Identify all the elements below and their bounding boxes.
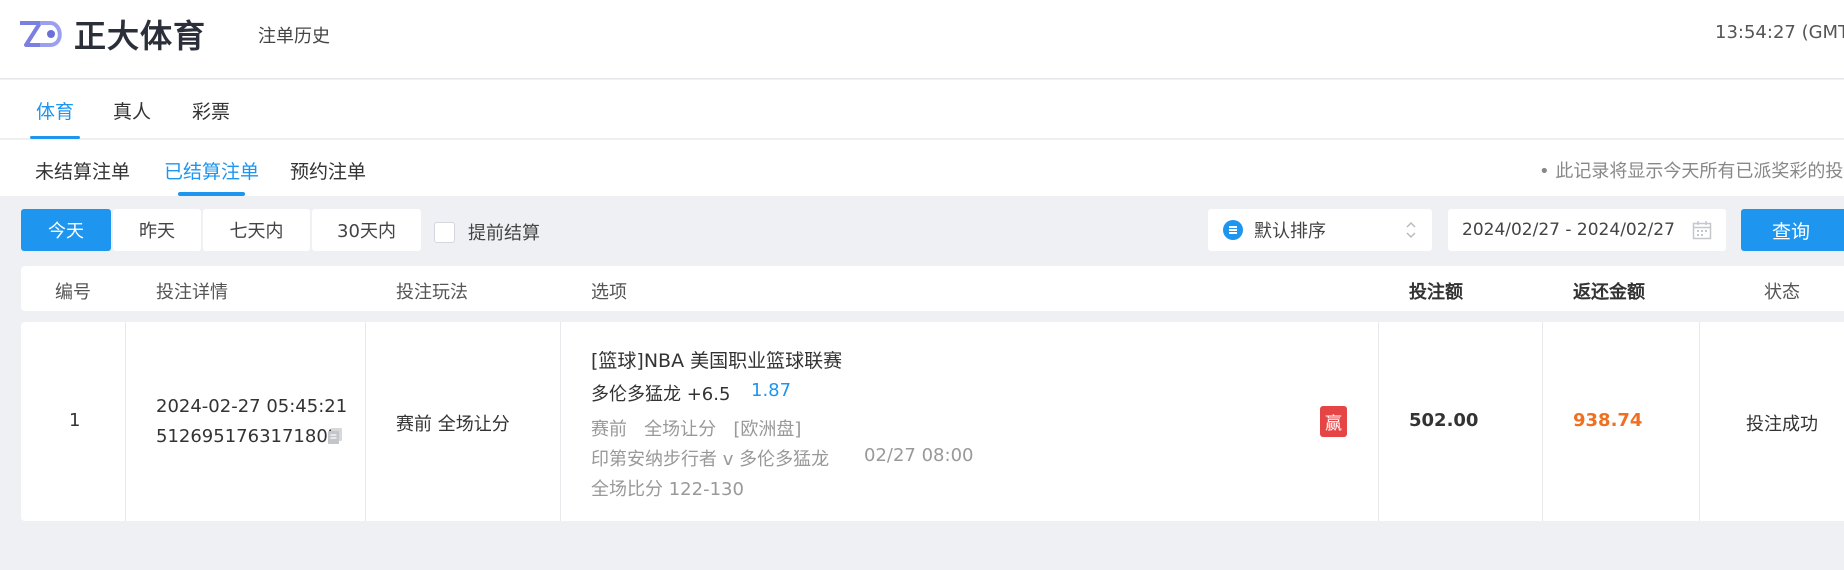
brand-logo[interactable]: 正大体育 (18, 16, 206, 55)
date-range-value: 2024/02/27 - 2024/02/27 (1462, 220, 1675, 240)
early-settle-toggle[interactable]: 提前结算 (434, 219, 540, 245)
brand-name: 正大体育 (74, 17, 207, 55)
match-time: 02/27 08:00 (864, 445, 974, 466)
col-header-selection: 选项 (591, 282, 627, 303)
col-header-return: 返还金额 (1573, 282, 1645, 303)
zd-logo-icon (20, 21, 62, 47)
clock-display: 13:54:27 (GMT+ (1715, 22, 1844, 43)
date-range-picker[interactable]: 2024/02/27 - 2024/02/27 (1448, 209, 1726, 251)
early-settle-label: 提前结算 (468, 223, 540, 244)
stake-amount: 502.00 (1409, 410, 1479, 431)
bet-id: 5126951763171802 (156, 426, 340, 447)
sort-caret-icon (1406, 221, 1416, 239)
bet-datetime: 2024-02-27 05:45:21 (156, 396, 348, 417)
win-badge: 赢 (1320, 406, 1347, 437)
tab-lottery[interactable]: 彩票 (192, 97, 230, 139)
col-header-play: 投注玩法 (396, 282, 468, 303)
col-header-detail: 投注详情 (156, 282, 228, 303)
market-info: 赛前 全场让分 [欧洲盘] (591, 419, 802, 440)
bet-play-type: 赛前 全场让分 (396, 414, 510, 435)
calendar-icon (1692, 221, 1712, 240)
range-yesterday-button[interactable]: 昨天 (113, 209, 201, 251)
bet-status: 投注成功 (1746, 414, 1818, 435)
early-settle-checkbox[interactable] (434, 221, 455, 243)
settled-notice: • 此记录将显示今天所有已派奖彩的投 (1539, 161, 1844, 182)
tab-settled[interactable]: 已结算注单 (164, 157, 259, 196)
row-number: 1 (69, 410, 81, 431)
top-header: 正大体育 注单历史 13:54:27 (GMT+ (0, 0, 1844, 79)
range-7days-button[interactable]: 七天内 (203, 209, 310, 251)
selection-pick: 多伦多猛龙 +6.5 (591, 384, 731, 405)
tab-reserved[interactable]: 预约注单 (290, 157, 366, 196)
sort-selected-value: 默认排序 (1254, 221, 1326, 242)
page-title: 注单历史 (258, 26, 330, 47)
copy-icon[interactable] (326, 427, 344, 445)
tab-live-casino[interactable]: 真人 (113, 97, 151, 139)
return-amount: 938.74 (1573, 410, 1643, 431)
col-header-status: 状态 (1764, 282, 1800, 303)
tab-unsettled[interactable]: 未结算注单 (35, 157, 130, 196)
league-name: [篮球]NBA 美国职业篮球联赛 (591, 350, 843, 372)
range-30days-button[interactable]: 30天内 (312, 209, 421, 251)
sort-dropdown[interactable]: 默认排序 (1208, 209, 1432, 251)
match-teams: 印第安纳步行者 v 多伦多猛龙 (591, 449, 830, 470)
col-header-no: 编号 (55, 282, 91, 303)
table-header: 编号 投注详情 投注玩法 选项 投注额 返还金额 状态 (21, 266, 1844, 311)
col-header-stake: 投注额 (1409, 282, 1463, 303)
date-range-buttons: 今天 昨天 七天内 30天内 (21, 209, 423, 251)
query-button[interactable]: 查询 (1741, 209, 1844, 251)
selection-odds: 1.87 (751, 380, 792, 401)
sort-lines-icon (1223, 220, 1243, 240)
category-tabs: 体育 真人 彩票 (0, 80, 1844, 139)
table-row: 1 2024-02-27 05:45:21 5126951763171802 赛… (21, 322, 1844, 521)
tab-sports[interactable]: 体育 (29, 97, 81, 139)
final-score: 全场比分 122-130 (591, 479, 744, 500)
range-today-button[interactable]: 今天 (21, 209, 111, 251)
